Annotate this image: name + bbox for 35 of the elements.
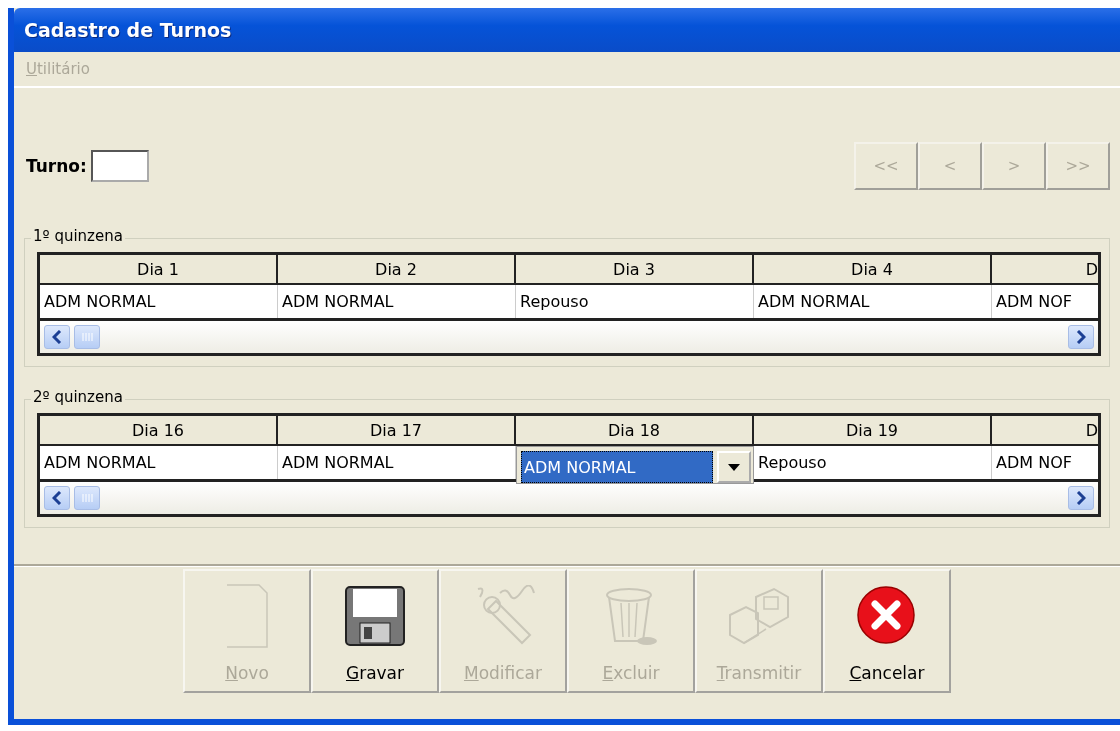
toolbar-button[interactable]: Cancelar [823, 569, 951, 693]
chevron-left-icon [52, 491, 62, 505]
trash-can-icon [603, 585, 659, 647]
grip-icon [81, 332, 93, 342]
dropdown-arrow-icon [728, 463, 740, 471]
column-header[interactable]: Dia 17 [278, 416, 516, 446]
dropdown-editor[interactable]: ADM NORMAL [516, 446, 754, 484]
cancel-icon [856, 585, 918, 647]
toolbar-button[interactable]: Gravar [311, 569, 439, 693]
column-header[interactable]: Dia 3 [516, 255, 754, 285]
column-header[interactable]: Dia 16 [40, 416, 278, 446]
chevron-left-icon [52, 330, 62, 344]
column-header[interactable]: Dia 4 [754, 255, 992, 285]
column-header[interactable]: Dia 18 [516, 416, 754, 446]
column-header[interactable]: Dia 1 [40, 255, 278, 285]
column-header[interactable]: D [992, 416, 1098, 446]
scroll-right-button[interactable] [1068, 325, 1094, 349]
group-title: 2º quinzena [31, 388, 125, 406]
column-header[interactable]: Dia 19 [754, 416, 992, 446]
scroll-right-button[interactable] [1068, 486, 1094, 510]
computers-icon [726, 585, 792, 647]
field-label: Turno: [26, 156, 87, 176]
blank-page-icon [225, 583, 269, 649]
turno-field[interactable] [90, 150, 149, 182]
chevron-right-icon [1076, 330, 1086, 344]
column-header[interactable]: D [992, 255, 1098, 285]
column-header[interactable]: Dia 2 [278, 255, 516, 285]
scroll-left-button[interactable] [44, 325, 70, 349]
chevron-right-icon [1076, 491, 1086, 505]
scroll-left-button[interactable] [44, 486, 70, 510]
window-title: Cadastro de Turnos [24, 19, 232, 41]
scroll-thumb[interactable] [74, 486, 100, 510]
group-title: 1º quinzena [31, 227, 125, 245]
scroll-thumb[interactable] [74, 325, 100, 349]
grip-icon [81, 493, 93, 503]
